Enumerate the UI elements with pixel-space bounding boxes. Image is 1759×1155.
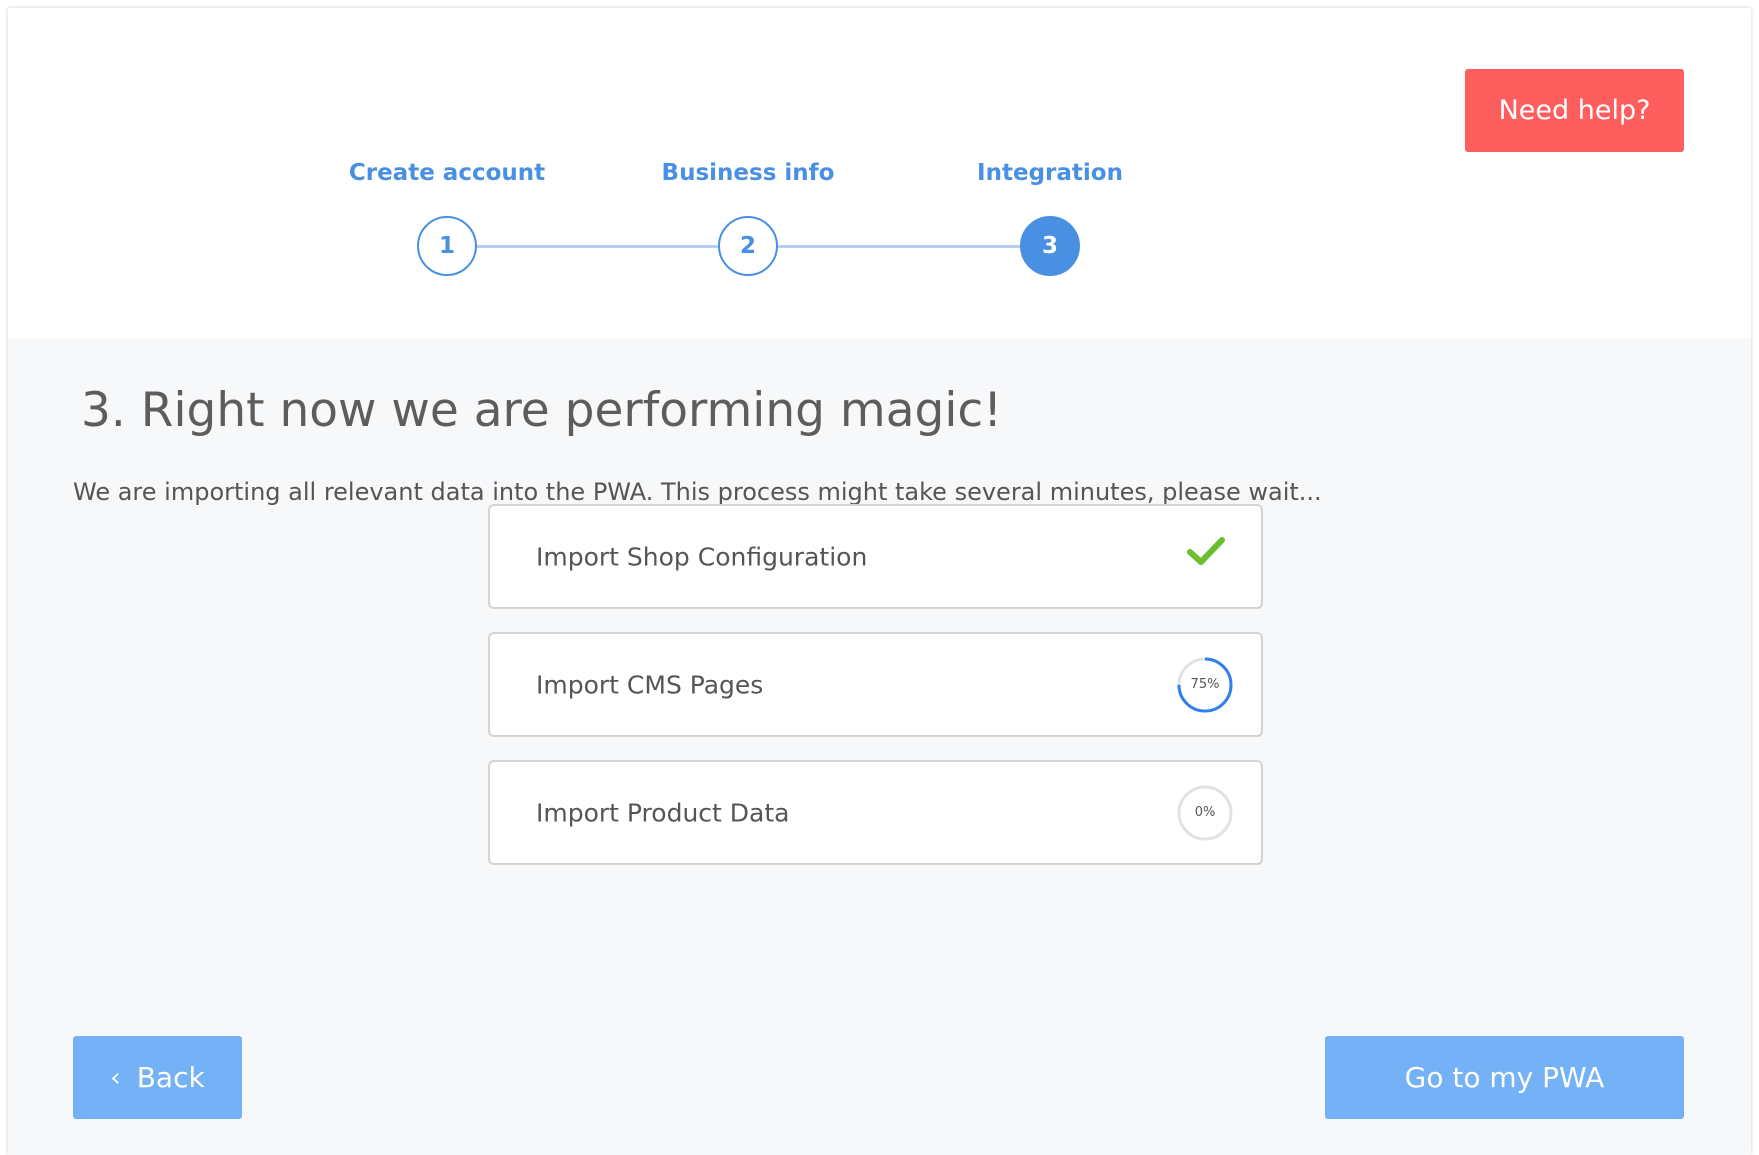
progress-text: 75% [1190, 677, 1220, 692]
progress-ring: 75% [1175, 655, 1235, 715]
step-circle-2[interactable]: 2 [718, 216, 778, 276]
step-label-business-info[interactable]: Business info [662, 160, 835, 186]
header-area: Need help? Create account 1 Business inf… [8, 8, 1751, 338]
task-row: Import CMS Pages 75% [488, 632, 1263, 737]
step-circle-3: 3 [1020, 216, 1080, 276]
step-label-create-account[interactable]: Create account [349, 160, 545, 186]
stepper-connector [447, 245, 748, 248]
page-description: We are importing all relevant data into … [73, 478, 1322, 506]
go-to-pwa-button[interactable]: Go to my PWA [1325, 1036, 1684, 1119]
task-row: Import Product Data 0% [488, 760, 1263, 865]
back-button-label: Back [136, 1061, 205, 1094]
content-area [8, 338, 1751, 1155]
task-row: Import Shop Configuration [488, 504, 1263, 609]
chevron-left-icon: ‹ [110, 1062, 121, 1093]
back-button[interactable]: ‹ Back [73, 1036, 242, 1119]
step-label-integration: Integration [977, 160, 1123, 186]
stepper-connector [748, 245, 1050, 248]
progress-ring: 0% [1175, 783, 1235, 843]
step-circle-1[interactable]: 1 [417, 216, 477, 276]
app-frame: Need help? Create account 1 Business inf… [8, 8, 1751, 1155]
page-title: 3. Right now we are performing magic! [81, 383, 1003, 438]
check-icon [1187, 537, 1225, 565]
task-label: Import Shop Configuration [536, 542, 868, 571]
task-label: Import CMS Pages [536, 670, 764, 699]
need-help-button[interactable]: Need help? [1465, 69, 1684, 152]
progress-text: 0% [1194, 805, 1216, 820]
task-label: Import Product Data [536, 798, 790, 827]
